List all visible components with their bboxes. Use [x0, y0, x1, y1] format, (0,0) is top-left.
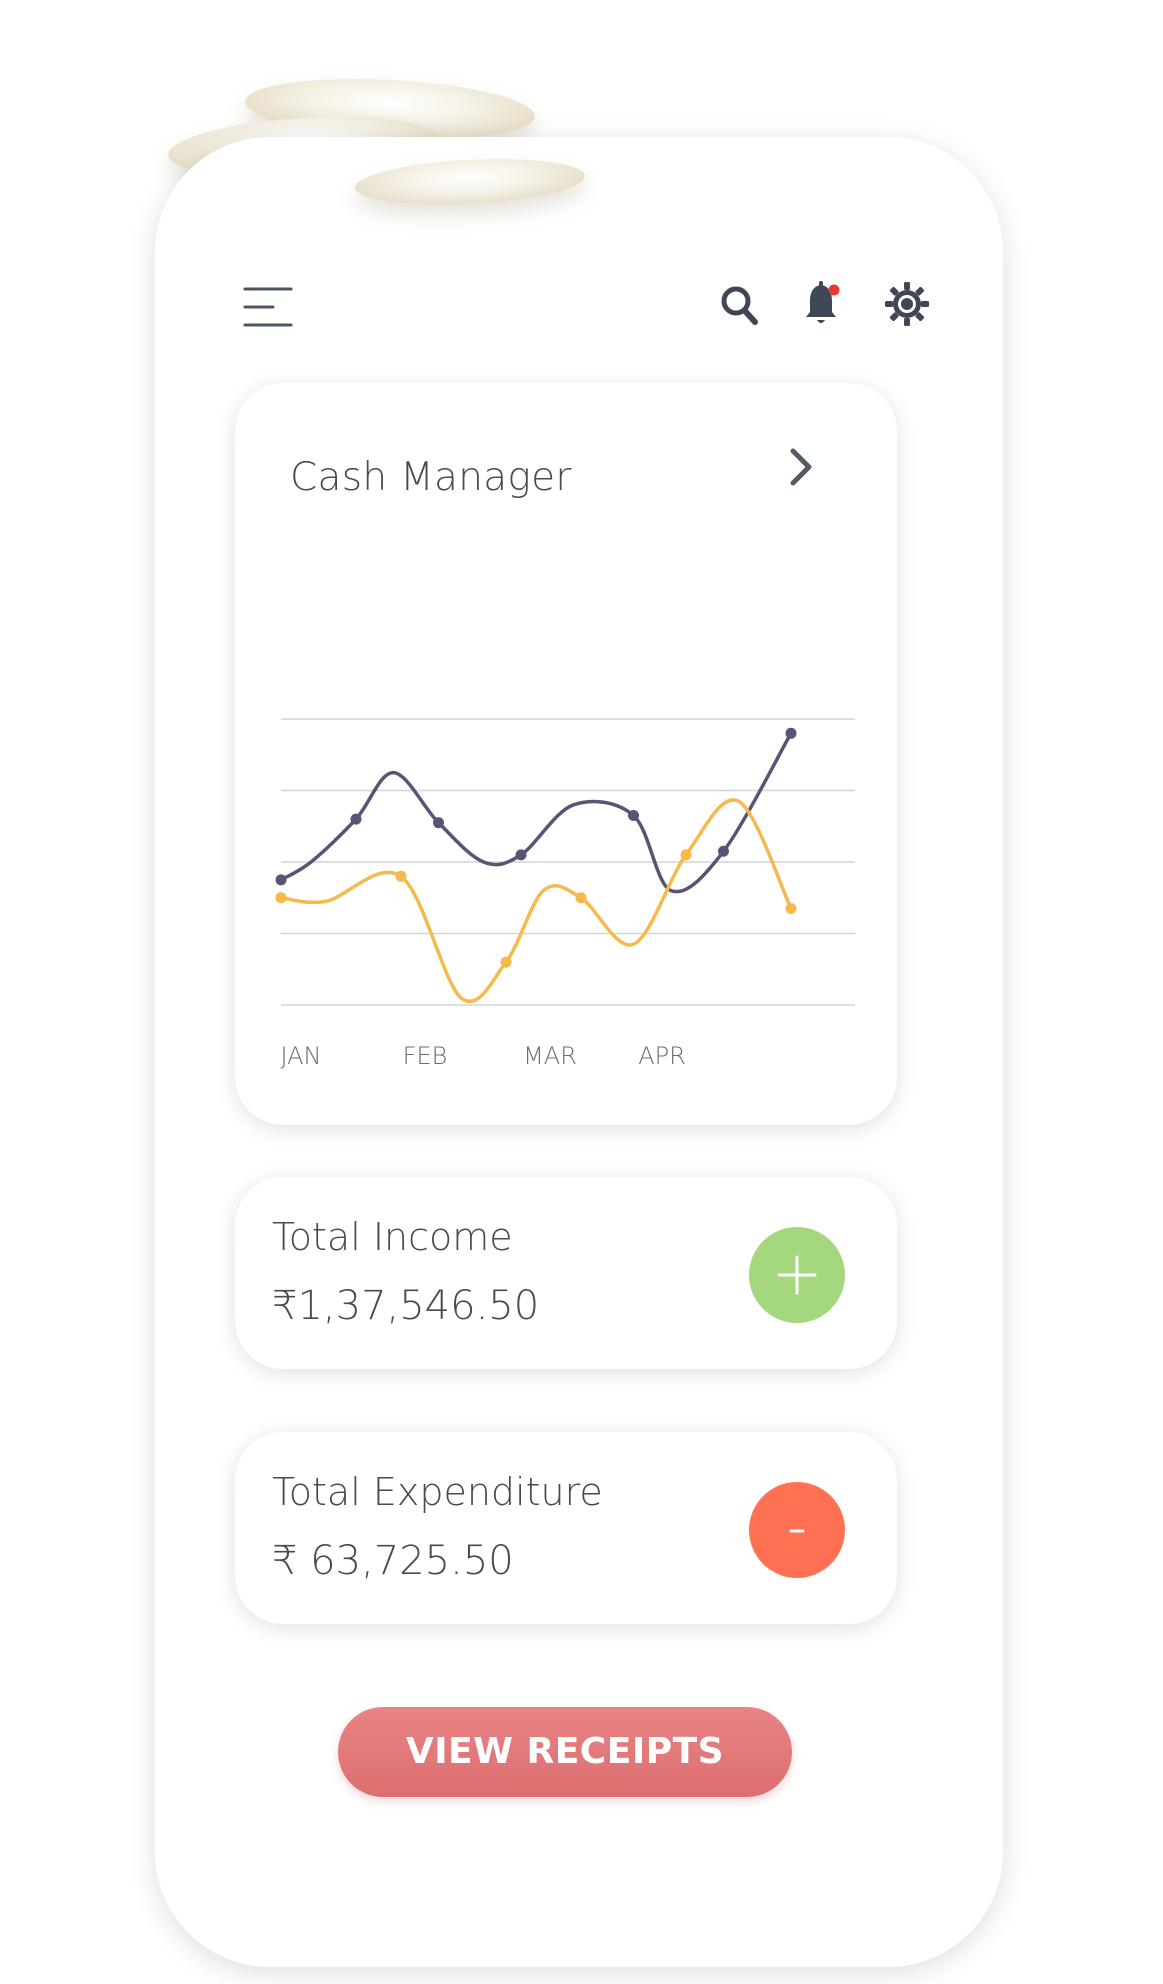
data-point — [433, 817, 444, 829]
data-point — [785, 902, 797, 914]
data-point — [785, 727, 797, 739]
data-point — [275, 892, 287, 904]
app-stage: Cash Manager JAN FEB MAR APR Total Income ₹… — [0, 0, 1163, 1984]
total-income-card: Total Income ₹1,37,546.50 — [235, 1177, 897, 1369]
add-expenditure-button[interactable] — [749, 1482, 845, 1578]
add-income-button[interactable] — [749, 1227, 845, 1323]
total-expenditure-label: Total Expenditure — [272, 1470, 603, 1514]
bell-icon[interactable] — [803, 280, 843, 328]
gear-icon[interactable] — [885, 282, 929, 326]
view-receipts-button[interactable]: VIEW RECEIPTS — [338, 1707, 792, 1797]
series-line-2 — [279, 798, 793, 1003]
notification-dot — [828, 284, 840, 296]
x-tick-label: FEB — [403, 1042, 448, 1070]
cash-manager-card[interactable]: Cash Manager JAN FEB MAR APR — [235, 383, 897, 1125]
x-tick-label: JAN — [280, 1042, 321, 1070]
cash-manager-chart: JAN FEB MAR APR — [275, 718, 855, 1070]
minus-icon — [789, 1529, 805, 1533]
data-point — [350, 813, 362, 825]
data-point — [515, 849, 527, 861]
data-point — [680, 849, 692, 861]
total-income-label: Total Income — [272, 1215, 513, 1259]
search-icon[interactable] — [719, 284, 759, 326]
data-point — [275, 874, 287, 886]
phone-frame: Cash Manager JAN FEB MAR APR Total Income ₹… — [155, 137, 1003, 1967]
data-point — [628, 810, 639, 822]
total-income-value: ₹1,37,546.50 — [272, 1283, 540, 1329]
total-expenditure-value: ₹ 63,725.50 — [272, 1538, 514, 1584]
plus-icon — [777, 1255, 817, 1295]
x-tick-label: MAR — [523, 1042, 577, 1070]
total-expenditure-card: Total Expenditure ₹ 63,725.50 — [235, 1432, 897, 1624]
data-point — [718, 845, 729, 857]
data-point — [575, 892, 587, 904]
data-point — [500, 956, 512, 968]
x-tick-label: APR — [638, 1042, 686, 1070]
hamburger-menu-icon[interactable] — [243, 285, 293, 329]
data-point — [395, 870, 407, 882]
